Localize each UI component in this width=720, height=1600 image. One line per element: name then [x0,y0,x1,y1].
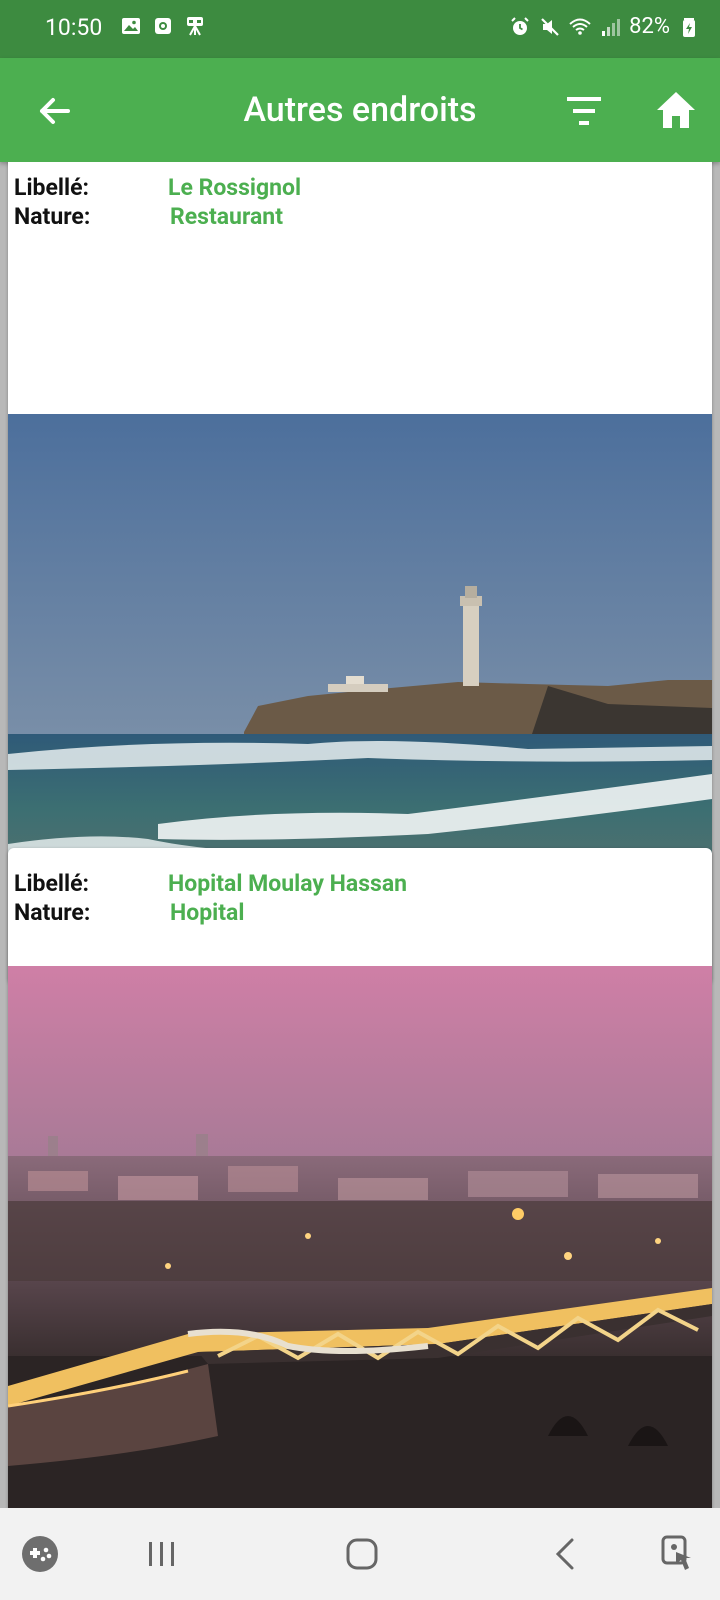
game-launcher-icon[interactable] [20,1534,60,1574]
status-right-icons: 82% [509,14,700,39]
label-key: Libellé: [14,174,89,201]
system-nav-bar [0,1508,720,1600]
home-icon[interactable] [654,90,698,130]
filter-icon[interactable] [565,93,605,129]
app-notification-icon [184,15,206,37]
camera-notification-icon [152,15,174,37]
status-time: 10:50 [45,14,103,41]
page-title: Autres endroits [243,90,477,130]
label-value: Hopital Moulay Hassan [168,870,408,897]
nature-value: Restaurant [170,203,283,230]
place-card[interactable]: Libellé: Hopital Moulay Hassan Nature: H… [8,848,712,1508]
places-list[interactable]: Libellé: Le Rossignol Nature: Restaurant [0,162,720,1508]
status-left-icons [120,15,206,37]
home-nav-icon[interactable] [342,1534,382,1574]
accessibility-icon[interactable] [658,1534,698,1574]
status-bar: 10:50 82% [0,0,720,58]
app-bar: Autres endroits [0,58,720,162]
nature-value: Hopital [170,899,245,926]
alarm-icon [509,16,531,38]
battery-charging-icon [678,16,700,38]
city-bridge-night-photo [8,966,712,1508]
signal-icon [599,16,621,38]
mute-icon [539,16,561,38]
battery-text: 82% [629,14,670,39]
label-key: Libellé: [14,870,89,897]
label-value: Le Rossignol [168,174,302,201]
recent-apps-icon[interactable] [142,1534,182,1574]
wifi-icon [569,16,591,38]
back-nav-icon[interactable] [546,1534,586,1574]
nature-key: Nature: [14,899,91,926]
nature-key: Nature: [14,203,91,230]
image-icon [120,15,142,37]
